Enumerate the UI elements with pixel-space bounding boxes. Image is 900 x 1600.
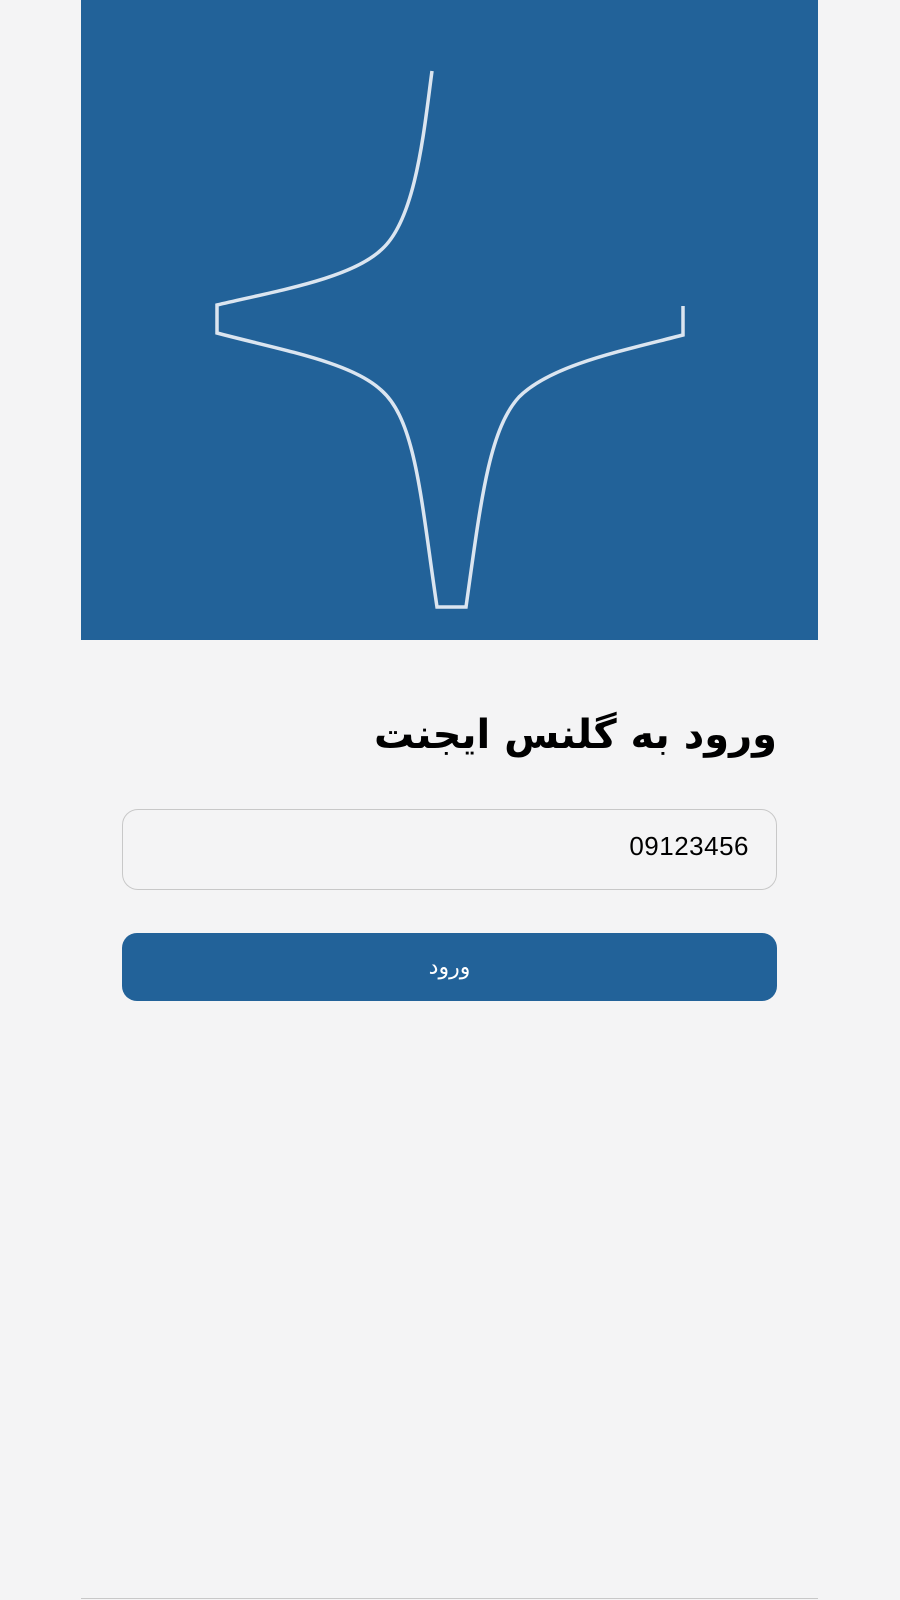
login-screen: ورود به گلنس ایجنت ورود [81, 0, 818, 1600]
login-button[interactable]: ورود [122, 933, 777, 1001]
page-title: ورود به گلنس ایجنت [373, 712, 777, 758]
bottom-divider [81, 1598, 818, 1599]
phone-number-input[interactable] [122, 809, 777, 890]
sparkle-star-logo-icon [215, 70, 685, 609]
hero-banner [81, 0, 818, 640]
logo-outline-path [215, 70, 685, 609]
